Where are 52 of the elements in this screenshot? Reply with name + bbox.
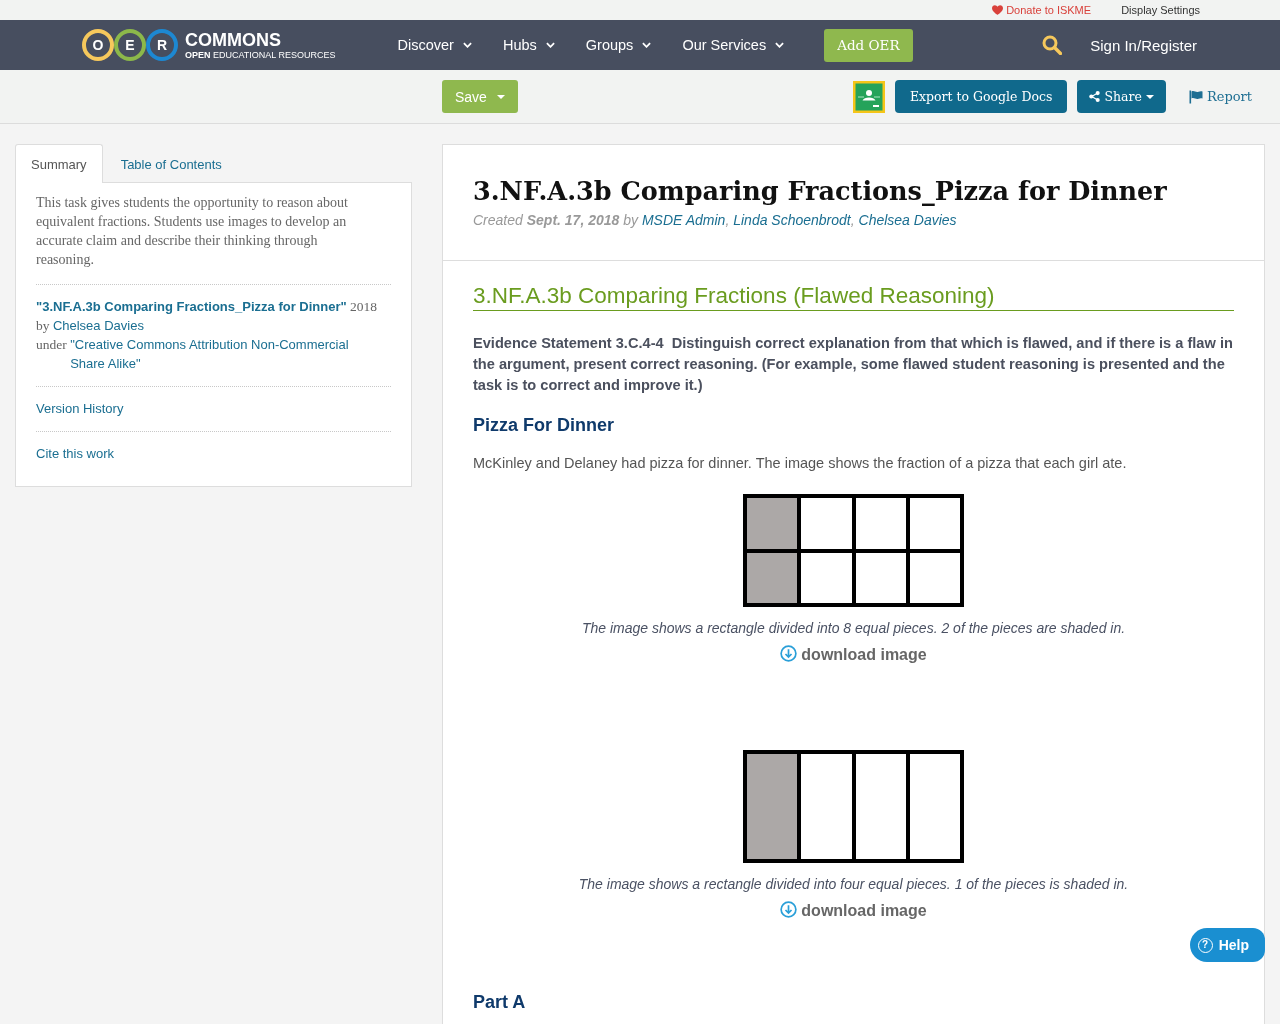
logo-tagline: OPEN EDUCATIONAL RESOURCES [185, 49, 336, 60]
caret-icon [496, 94, 505, 99]
share-button[interactable]: Share [1077, 80, 1166, 113]
chevron-icon [462, 42, 472, 48]
part-heading: Part A [473, 991, 527, 1014]
report-link[interactable]: Report [1188, 89, 1252, 104]
created-byline: Created Sept. 17, 2018 by MSDE Admin, Linda Schoenbrodt, Chelsea Davies [473, 211, 958, 230]
image-caption: The image shows a rectangle divided into 8 equal pieces. 2 of the pieces are shaded in. [581, 619, 1126, 638]
evidence-statement: Evidence Statement 3.C.4-4 Distinguish correct explanation from that which is flawed, and if there is a flaw in the argument, present correct reasoning. (For example, some flawed student reasoning is presented and the task is to correct and improve it.) [473, 334, 1234, 395]
sidebar-tab[interactable]: Summary [15, 144, 103, 183]
logo-ring: R [146, 29, 178, 61]
sidebar-link[interactable]: Version History [36, 399, 124, 418]
caret-icon [1145, 94, 1154, 99]
logo-wordmark[interactable]: COMMONS [185, 30, 336, 49]
export-button[interactable]: Export to Google Docs [894, 80, 1068, 113]
chevron-icon [775, 42, 785, 48]
download-link[interactable]: download image [780, 902, 927, 920]
summary-text: This task gives students the opportunity to reason about equivalent fractions. Students use images to develop an accurate claim and describe their thinking through reasoning. [36, 194, 349, 269]
top-bar-link[interactable]: Display Settings [1121, 4, 1200, 16]
attribution-text: "3.NF.A.3b Comparing Fractions_Pizza for Dinner" 2018 by Chelsea Davies under "Creative Commons Attribution Non-Commercial Share Alike" [36, 298, 379, 373]
help-button[interactable]: ? Help [1189, 928, 1265, 962]
nav-menu-item[interactable]: Hubs [502, 37, 555, 53]
nav-menu-item[interactable]: Our Services [682, 37, 785, 53]
author-link[interactable]: MSDE Admin [641, 212, 726, 228]
author-link[interactable]: Linda Schoenbrodt [733, 212, 851, 228]
logo-ring: O [82, 29, 114, 61]
nav-menu-item[interactable]: Discover [397, 37, 472, 53]
resource-title-link[interactable]: "3.NF.A.3b Comparing Fractions_Pizza for Dinner" [36, 299, 347, 314]
share-icon [1089, 91, 1101, 102]
section-heading: 3.NF.A.3b Comparing Fractions (Flawed Reasoning) [473, 282, 1234, 311]
image-caption: The image shows a rectangle divided into four equal pieces. 1 of the pieces is shaded in. [578, 875, 1129, 894]
donate-link[interactable]: Donate to ISKME [992, 4, 1092, 16]
license-link[interactable]: "Creative Commons Attribution Non-Commercial Share Alike" [70, 335, 371, 373]
download-icon [780, 900, 798, 918]
chevron-icon [545, 42, 555, 48]
chalkboard-icon[interactable] [852, 80, 885, 113]
intro-text: McKinley and Delaney had pizza for dinner. The image shows the fraction of a pizza that each girl ate. [473, 454, 1128, 473]
sidebar-link[interactable]: Cite this work [36, 444, 115, 463]
chevron-icon [642, 42, 652, 48]
logo-ring: E [114, 29, 146, 61]
nav-menu-item[interactable]: Groups [585, 37, 652, 53]
sidebar-tab[interactable]: Table of Contents [104, 144, 238, 183]
sign-in-link[interactable]: Sign In/Register [1090, 36, 1197, 54]
resource-title: 3.NF.A.3b Comparing Fractions_Pizza for Dinner [473, 175, 1168, 208]
download-link[interactable]: download image [780, 646, 927, 664]
download-icon [780, 644, 798, 662]
author-link[interactable]: Chelsea Davies [858, 212, 957, 228]
flag-icon [1188, 89, 1203, 104]
heart-icon [992, 5, 1004, 15]
search-icon[interactable] [1042, 35, 1063, 55]
task-heading: Pizza For Dinner [473, 414, 616, 437]
author-link[interactable]: Chelsea Davies [52, 318, 144, 333]
